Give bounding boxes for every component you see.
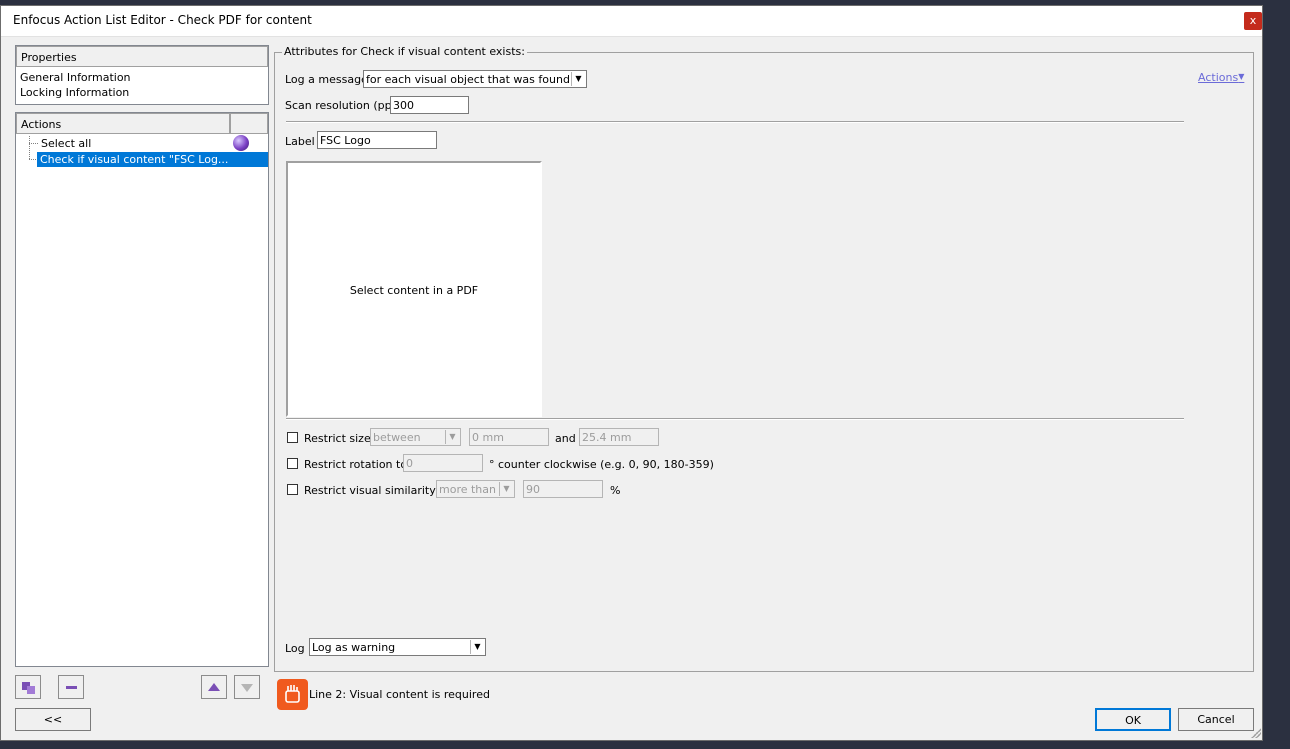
log-message-select[interactable]: for each visual object that was found ▼	[363, 70, 587, 88]
restrict-similarity-checkbox[interactable]	[287, 484, 298, 495]
status-message: Line 2: Visual content is required	[309, 688, 490, 701]
move-down-button[interactable]	[234, 675, 260, 699]
caret-down-icon: ▼	[1238, 72, 1245, 81]
action-item-check-visual-content[interactable]: Check if visual content "FSC Log...	[37, 152, 268, 167]
actions-header: Actions	[16, 113, 230, 134]
properties-item-general-information[interactable]: General Information	[20, 71, 131, 84]
restrict-size-label: Restrict size	[304, 432, 371, 445]
actions-panel	[15, 112, 269, 667]
properties-header-label: Properties	[21, 51, 77, 64]
resize-grip-icon[interactable]	[1251, 728, 1261, 738]
percent-label: %	[610, 484, 621, 497]
similarity-mode-value: more than	[439, 483, 496, 496]
restrict-size-min-input[interactable]: 0 mm	[469, 428, 549, 446]
action-item-label: Select all	[41, 137, 92, 150]
similarity-value-input[interactable]: 90	[523, 480, 603, 498]
preview-placeholder: Select content in a PDF	[349, 284, 479, 297]
chevron-down-icon: ▼	[445, 430, 459, 444]
properties-header: Properties	[16, 46, 268, 67]
restrict-size-mode-select[interactable]: between ▼	[370, 428, 461, 446]
action-item-select-all[interactable]: Select all	[39, 136, 93, 151]
restrict-size-checkbox[interactable]	[287, 432, 298, 443]
log-label: Log	[285, 642, 305, 655]
similarity-mode-select[interactable]: more than ▼	[436, 480, 515, 498]
attributes-group-title: Attributes for Check if visual content e…	[282, 45, 527, 58]
minus-icon	[66, 686, 77, 689]
arrow-down-icon	[241, 684, 253, 692]
chevron-down-icon: ▼	[499, 482, 513, 496]
log-level-select[interactable]: Log as warning ▼	[309, 638, 486, 656]
stop-hand-graphic	[285, 685, 300, 703]
window-title: Enfocus Action List Editor - Check PDF f…	[13, 13, 312, 27]
dialog-window: Enfocus Action List Editor - Check PDF f…	[0, 5, 1263, 741]
label-field-label: Label	[285, 135, 315, 148]
scan-resolution-label: Scan resolution (ppi)	[285, 99, 399, 112]
actions-link-label: Actions	[1198, 71, 1239, 84]
remove-action-button[interactable]	[58, 675, 84, 699]
content-preview-area[interactable]: Select content in a PDF	[286, 161, 542, 417]
tree-line	[29, 143, 38, 144]
scan-resolution-input[interactable]: 300	[390, 96, 469, 114]
restrict-size-max-input[interactable]: 25.4 mm	[579, 428, 659, 446]
actions-menu-link[interactable]: Actions▼	[1198, 71, 1244, 84]
title-bar: Enfocus Action List Editor - Check PDF f…	[1, 6, 1262, 37]
stop-hand-icon	[277, 679, 308, 710]
rotation-hint: ° counter clockwise (e.g. 0, 90, 180-359…	[489, 458, 714, 471]
ok-button[interactable]: OK	[1095, 708, 1171, 731]
log-message-label: Log a message	[285, 73, 368, 86]
restrict-rotation-label: Restrict rotation to	[304, 458, 408, 471]
restrict-similarity-label: Restrict visual similarity to	[304, 484, 451, 497]
add-action-icon-layer	[27, 686, 35, 694]
status-sphere-icon	[233, 135, 249, 151]
and-label: and	[555, 432, 576, 445]
add-action-button[interactable]	[15, 675, 41, 699]
action-item-label: Check if visual content "FSC Log...	[40, 153, 229, 166]
close-button[interactable]: x	[1244, 12, 1262, 30]
chevron-down-icon: ▼	[470, 640, 484, 654]
restrict-size-mode-value: between	[373, 431, 421, 444]
restrict-rotation-input[interactable]: 0	[403, 454, 483, 472]
cancel-button[interactable]: Cancel	[1178, 708, 1254, 731]
label-input[interactable]: FSC Logo	[317, 131, 437, 149]
arrow-up-icon	[208, 683, 220, 691]
actions-header-column	[230, 113, 268, 134]
restrict-rotation-checkbox[interactable]	[287, 458, 298, 469]
divider	[286, 418, 1184, 420]
collapse-button[interactable]: <<	[15, 708, 91, 731]
move-up-button[interactable]	[201, 675, 227, 699]
tree-line	[29, 136, 30, 159]
divider	[286, 121, 1184, 123]
chevron-down-icon: ▼	[571, 72, 585, 86]
log-message-value: for each visual object that was found	[366, 73, 570, 86]
actions-header-label: Actions	[21, 118, 62, 131]
properties-item-locking-information[interactable]: Locking Information	[20, 86, 129, 99]
log-level-value: Log as warning	[312, 641, 396, 654]
